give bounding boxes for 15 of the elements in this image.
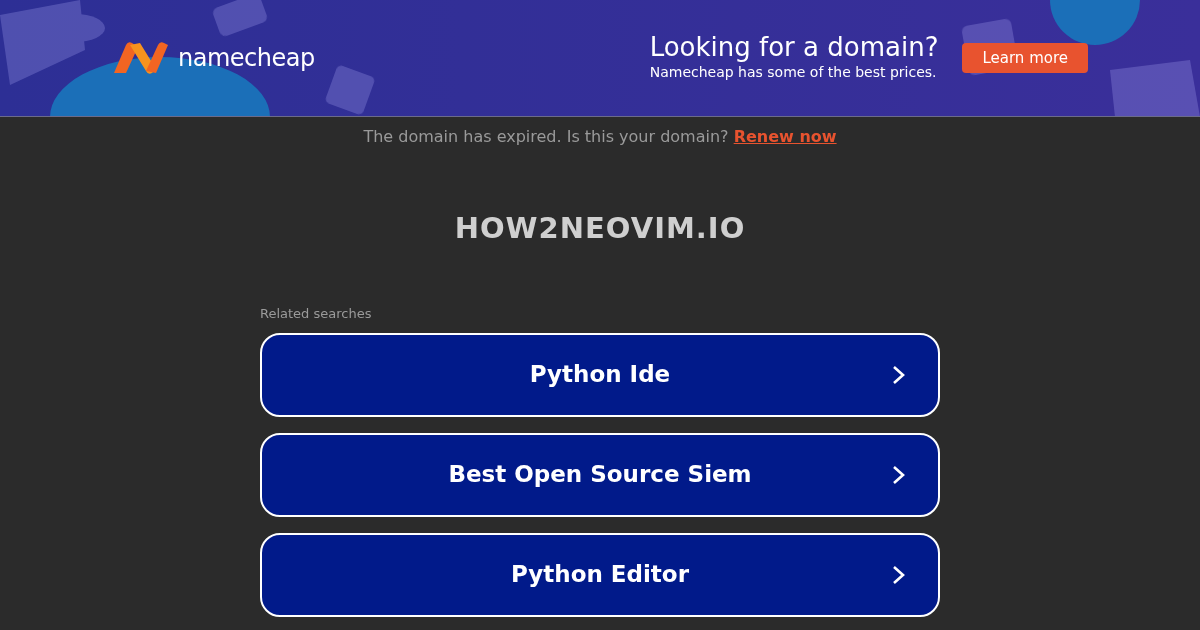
logo-text: namecheap — [178, 43, 315, 74]
related-search-link[interactable]: Python Editor — [260, 532, 940, 617]
expiry-notice: The domain has expired. Is this your domain? Renew now — [363, 127, 837, 146]
chevron-right-icon — [892, 364, 906, 385]
chevron-right-icon — [892, 564, 906, 585]
domain-title: HOW2NEOVIM.IO — [454, 211, 746, 245]
chevron-right-icon — [892, 464, 906, 485]
ad-headline: Looking for a domain? — [649, 33, 939, 62]
renew-now-link[interactable]: Renew now — [733, 127, 837, 146]
logo-icon — [112, 41, 170, 75]
learn-more-button[interactable]: Learn more — [962, 42, 1088, 74]
related-search-link[interactable]: Python Ide — [260, 332, 940, 417]
ad-subline: Namecheap has some of the best prices. — [649, 62, 938, 82]
related-search-link[interactable]: Best Open Source Siem — [260, 432, 940, 517]
related-searches-label: Related searches — [260, 305, 372, 321]
